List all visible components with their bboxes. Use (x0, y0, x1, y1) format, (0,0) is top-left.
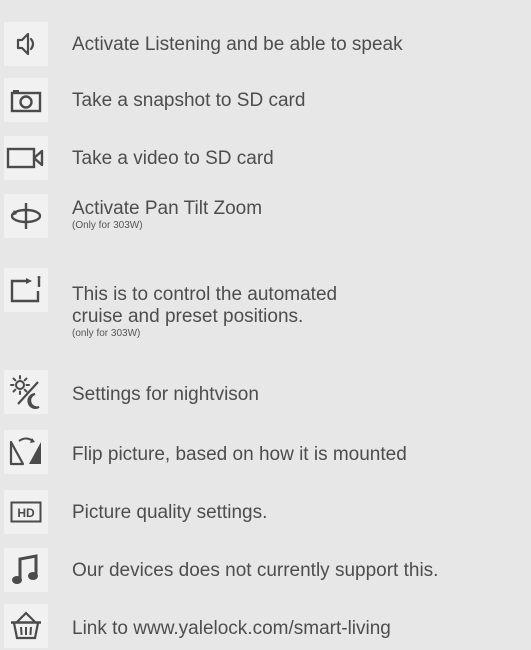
list-item: Link to www.yalelock.com/smart-living (0, 600, 531, 650)
basket-icon[interactable] (4, 604, 48, 648)
svg-text:HD: HD (17, 506, 35, 520)
nightvision-icon[interactable] (4, 370, 48, 414)
list-item: Settings for nightvison (0, 368, 531, 418)
list-item: Our devices does not currently support t… (0, 546, 531, 596)
list-item: Activate Listening and be able to speak (0, 18, 531, 68)
pan-tilt-zoom-icon[interactable] (4, 194, 48, 238)
list-item-label: Activate Listening and be able to speak (72, 34, 403, 55)
list-item-label: Take a video to SD card (72, 148, 274, 169)
list-item-label: Take a snapshot to SD card (72, 90, 306, 111)
list-item-label: Link to www.yalelock.com/smart-living (72, 618, 391, 639)
list-item-label: This is to control the automated cruise … (72, 284, 402, 340)
list-item-label: Activate Pan Tilt Zoom (Only for 303W) (72, 198, 262, 232)
item-title-line2: cruise and preset positions. (72, 306, 304, 327)
list-item-label: Flip picture, based on how it is mounted (72, 444, 407, 465)
speaker-icon[interactable] (4, 22, 48, 66)
flip-icon[interactable] (4, 430, 48, 474)
music-note-icon[interactable] (4, 548, 48, 592)
hd-icon[interactable]: HD (4, 490, 48, 534)
list-item: Activate Pan Tilt Zoom (Only for 303W) (0, 190, 531, 248)
item-note: (Only for 303W) (72, 220, 143, 231)
list-item: HD Picture quality settings. (0, 488, 531, 538)
list-item: Take a snapshot to SD card (0, 76, 531, 126)
item-title: Activate Pan Tilt Zoom (72, 198, 263, 219)
cruise-icon[interactable] (4, 268, 48, 312)
list-item: This is to control the automated cruise … (0, 258, 531, 346)
list-item-label: Settings for nightvison (72, 384, 259, 405)
item-title-line1: This is to control the automated (72, 284, 338, 305)
list-item: Take a video to SD card (0, 134, 531, 184)
camera-icon[interactable] (4, 78, 48, 122)
video-camera-icon[interactable] (4, 136, 48, 180)
list-item-label: Picture quality settings. (72, 502, 268, 523)
item-note: (only for 303W) (72, 328, 141, 339)
list-item-label: Our devices does not currently support t… (72, 560, 439, 581)
list-item: Flip picture, based on how it is mounted (0, 428, 531, 478)
